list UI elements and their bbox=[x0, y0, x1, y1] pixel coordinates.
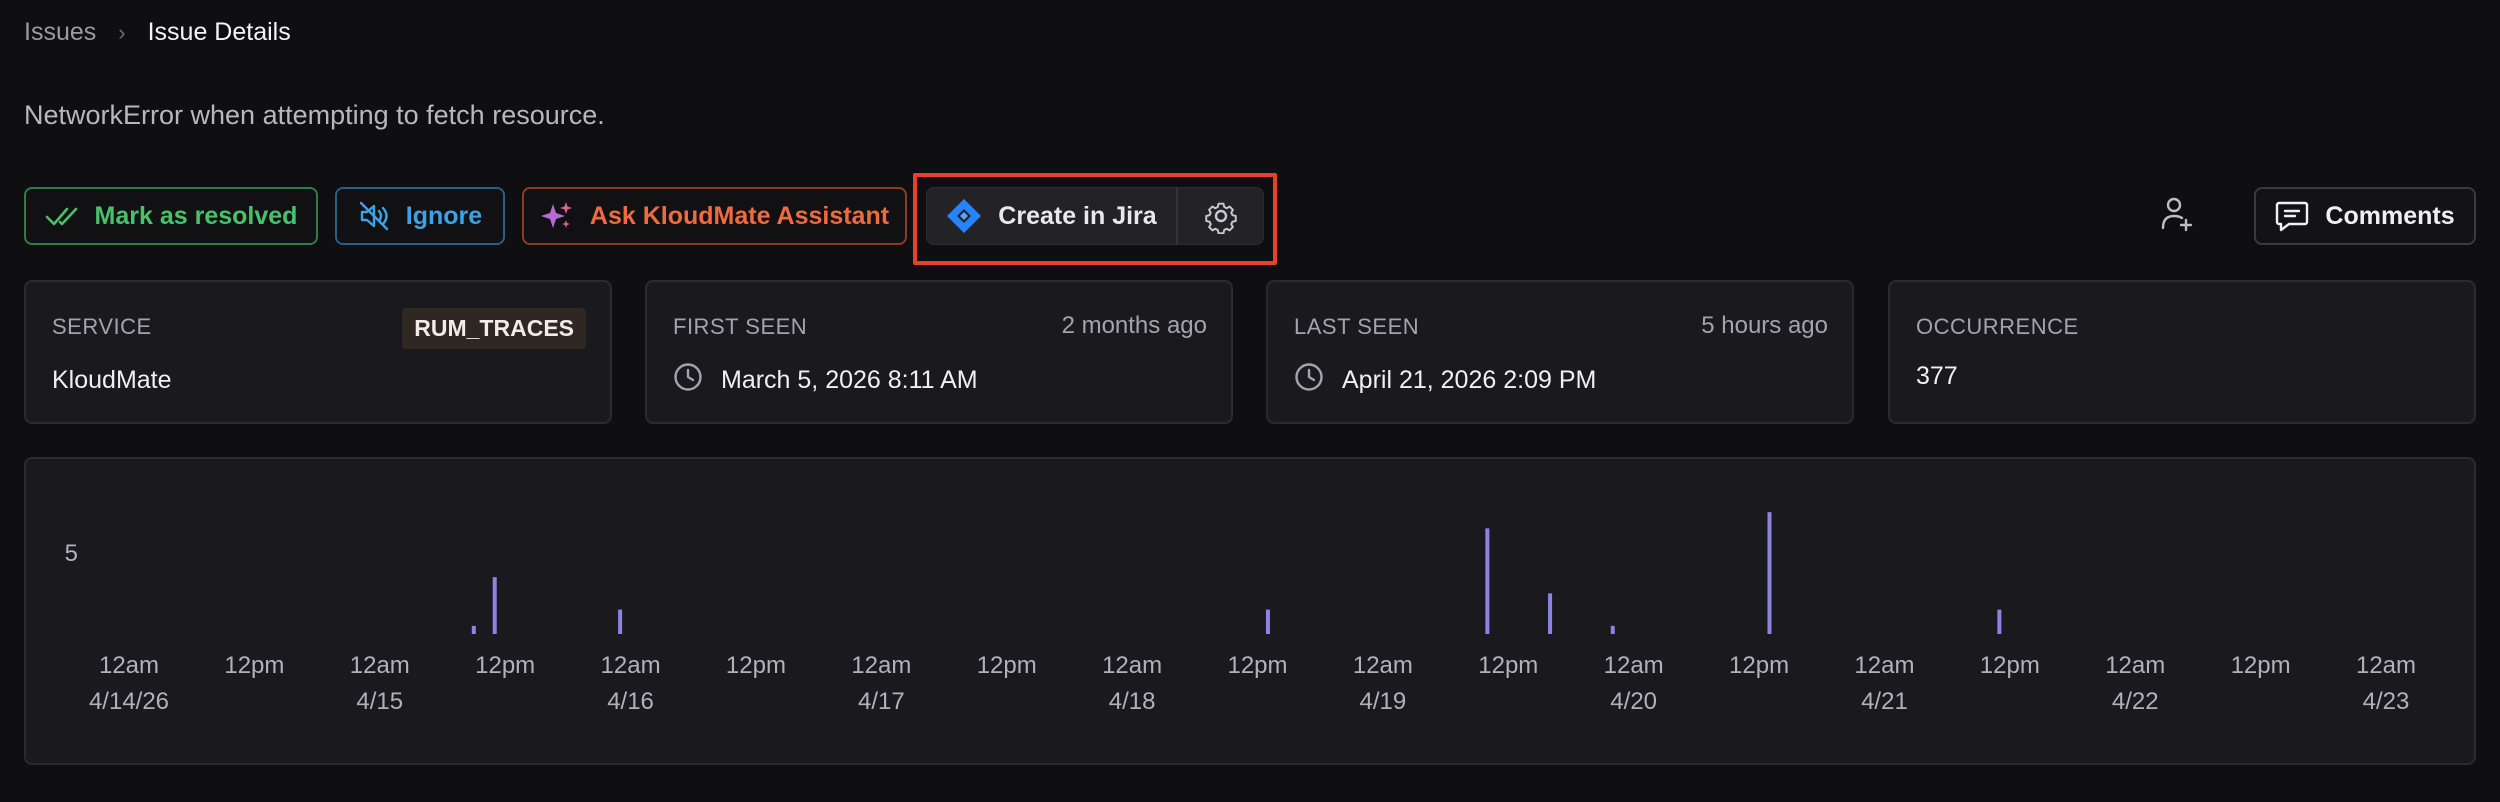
chart-bar[interactable] bbox=[471, 625, 476, 634]
first-seen-value-row: March 5, 2026 8:11 AM bbox=[673, 362, 978, 399]
occurrence-value: 377 bbox=[1916, 362, 1958, 390]
comments-button[interactable]: Comments bbox=[2254, 187, 2476, 245]
last-seen-card: LAST SEEN 5 hours ago April 21, 2026 2:0… bbox=[1266, 280, 1854, 424]
gear-icon bbox=[1203, 198, 1239, 234]
breadcrumb-current: Issue Details bbox=[147, 18, 291, 46]
chart-bar[interactable] bbox=[618, 609, 623, 634]
last-seen-value: April 21, 2026 2:09 PM bbox=[1342, 366, 1597, 394]
chart-bar[interactable] bbox=[492, 577, 497, 634]
ask-assistant-button[interactable]: Ask KloudMate Assistant bbox=[522, 187, 907, 245]
x-tick-time-label: 12pm bbox=[224, 652, 284, 679]
x-tick-time-label: 12pm bbox=[1980, 652, 2040, 679]
x-tick-date-label: 4/19 bbox=[1360, 688, 1407, 715]
x-tick-date-label: 4/21 bbox=[1861, 688, 1908, 715]
x-tick-time-label: 12pm bbox=[977, 652, 1037, 679]
y-tick-label: 5 bbox=[65, 540, 78, 567]
occurrence-chart-svg: 5 12am 4/14/26 12pm 12am 4/15 12pm 12am 4/16 12pm… bbox=[65, 512, 2416, 715]
x-tick-date-label: 4/15 bbox=[356, 688, 403, 715]
service-type-badge: RUM_TRACES bbox=[402, 308, 586, 349]
muted-bell-icon bbox=[358, 201, 390, 231]
x-tick-time-label: 12pm bbox=[1729, 652, 1789, 679]
chart-bar[interactable] bbox=[1548, 593, 1553, 634]
x-tick-time-label: 12am bbox=[601, 652, 661, 679]
assign-user-button[interactable] bbox=[2148, 187, 2206, 245]
chart-bar[interactable] bbox=[1767, 512, 1772, 634]
breadcrumb-issues-link[interactable]: Issues bbox=[24, 18, 96, 47]
jira-icon bbox=[946, 198, 982, 234]
ask-assistant-label: Ask KloudMate Assistant bbox=[589, 201, 890, 230]
x-tick-date-label: 4/23 bbox=[2363, 688, 2410, 715]
x-tick-time-label: 12pm bbox=[1478, 652, 1538, 679]
last-seen-relative: 5 hours ago bbox=[1701, 312, 1828, 339]
x-tick-date-label: 4/20 bbox=[1610, 688, 1657, 715]
chart-bar[interactable] bbox=[1997, 609, 2002, 634]
comments-label: Comments bbox=[2325, 201, 2455, 230]
occurrence-card: OCCURRENCE 377 bbox=[1888, 280, 2476, 424]
clock-icon bbox=[1294, 362, 1324, 399]
last-seen-label: LAST SEEN bbox=[1294, 314, 1420, 339]
double-check-icon bbox=[45, 205, 79, 227]
x-tick-time-label: 12pm bbox=[475, 652, 535, 679]
action-bar: Mark as resolved Ignore Ask KloudMate As… bbox=[24, 173, 2476, 265]
x-tick-time-label: 12am bbox=[1102, 652, 1162, 679]
sparkles-icon bbox=[540, 200, 574, 232]
chevron-right-icon: › bbox=[118, 19, 126, 45]
x-tick-time-label: 12am bbox=[851, 652, 911, 679]
service-card: SERVICE RUM_TRACES KloudMate bbox=[24, 280, 612, 424]
ignore-label: Ignore bbox=[405, 201, 483, 230]
first-seen-card: FIRST SEEN 2 months ago March 5, 2026 8:… bbox=[645, 280, 1233, 424]
comment-icon bbox=[2275, 200, 2309, 232]
first-seen-label: FIRST SEEN bbox=[673, 314, 808, 339]
first-seen-value: March 5, 2026 8:11 AM bbox=[721, 366, 978, 394]
x-tick-time-label: 12am bbox=[2356, 652, 2416, 679]
x-tick-time-label: 12am bbox=[1604, 652, 1664, 679]
occurrence-label: OCCURRENCE bbox=[1916, 314, 2079, 339]
last-seen-value-row: April 21, 2026 2:09 PM bbox=[1294, 362, 1596, 399]
occurrence-chart: 5 12am 4/14/26 12pm 12am 4/15 12pm 12am 4/16 12pm… bbox=[24, 457, 2476, 765]
x-tick-date-label: 4/22 bbox=[2112, 688, 2159, 715]
x-tick-date-label: 4/14/26 bbox=[89, 688, 169, 715]
x-tick-time-label: 12am bbox=[1854, 652, 1914, 679]
x-tick-time-label: 12am bbox=[1353, 652, 1413, 679]
chart-bar[interactable] bbox=[1610, 625, 1615, 634]
x-tick-time-label: 12pm bbox=[2231, 652, 2291, 679]
create-in-jira-button[interactable]: Create in Jira bbox=[927, 188, 1176, 244]
service-value: KloudMate bbox=[52, 366, 172, 394]
x-tick-date-label: 4/16 bbox=[607, 688, 654, 715]
x-tick-time-label: 12am bbox=[350, 652, 410, 679]
first-seen-relative: 2 months ago bbox=[1061, 312, 1207, 339]
jira-button-group: Create in Jira bbox=[926, 187, 1264, 245]
breadcrumb: Issues › Issue Details bbox=[24, 18, 291, 47]
service-label: SERVICE bbox=[52, 314, 152, 339]
mark-resolved-label: Mark as resolved bbox=[94, 201, 298, 230]
x-tick-date-label: 4/18 bbox=[1109, 688, 1156, 715]
x-tick-date-label: 4/17 bbox=[858, 688, 905, 715]
chart-bar[interactable] bbox=[1485, 528, 1490, 634]
chart-bar[interactable] bbox=[1265, 609, 1270, 634]
user-plus-icon bbox=[2160, 196, 2194, 237]
issue-title: NetworkError when attempting to fetch re… bbox=[24, 100, 605, 130]
x-tick-time-label: 12am bbox=[2105, 652, 2165, 679]
jira-settings-button[interactable] bbox=[1178, 188, 1263, 244]
issue-summary-cards: SERVICE RUM_TRACES KloudMate FIRST SEEN … bbox=[24, 280, 2476, 424]
ignore-button[interactable]: Ignore bbox=[335, 187, 505, 245]
mark-resolved-button[interactable]: Mark as resolved bbox=[24, 187, 318, 245]
x-tick-time-label: 12pm bbox=[726, 652, 786, 679]
x-tick-time-label: 12pm bbox=[1227, 652, 1287, 679]
x-tick-time-label: 12am bbox=[99, 652, 159, 679]
create-in-jira-label: Create in Jira bbox=[998, 201, 1157, 230]
clock-icon bbox=[673, 362, 703, 399]
